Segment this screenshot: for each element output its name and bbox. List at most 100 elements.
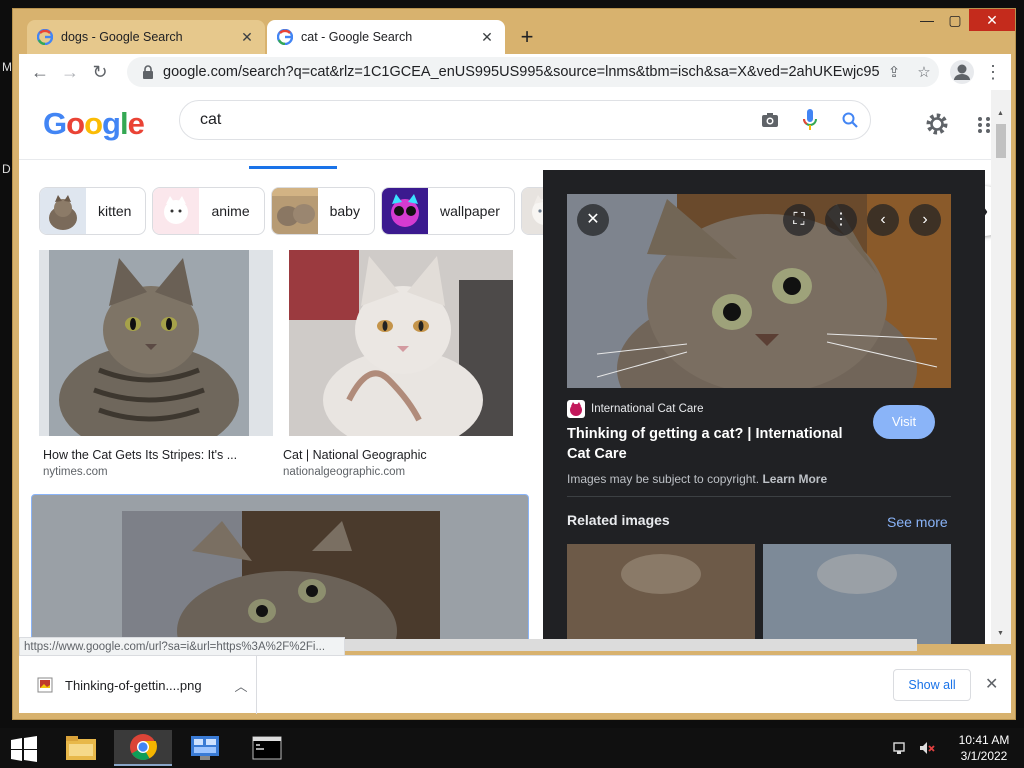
tab-dogs[interactable]: dogs - Google Search ✕ <box>27 20 265 54</box>
taskbar-clock[interactable]: 10:41 AM 3/1/2022 <box>944 732 1024 764</box>
visit-button[interactable]: Visit <box>873 405 935 439</box>
chip-wallpaper[interactable]: wallpaper <box>380 187 515 235</box>
window-controls: — ▢ ✕ <box>913 9 1015 31</box>
chip-anime[interactable]: anime <box>152 187 265 235</box>
result-source[interactable]: nationalgeographic.com <box>283 466 405 478</box>
file-explorer-taskbar-button[interactable] <box>52 730 110 766</box>
tab-cat[interactable]: cat - Google Search ✕ <box>267 20 505 54</box>
chip-thumbnail <box>381 188 428 234</box>
close-download-bar-icon[interactable]: ✕ <box>985 674 998 694</box>
forward-arrow-icon[interactable]: → <box>55 57 85 87</box>
preview-more-icon[interactable]: ⋮ <box>825 204 857 236</box>
google-logo[interactable]: Google <box>43 106 145 142</box>
microphone-icon[interactable] <box>790 100 830 140</box>
desktop-edge-letter: D <box>2 162 11 176</box>
see-more-link[interactable]: See more <box>887 514 948 530</box>
next-image-icon[interactable]: › <box>909 204 941 236</box>
learn-more-link[interactable]: Learn More <box>762 472 827 486</box>
chip-label: baby <box>329 203 360 219</box>
horizontal-scrollbar[interactable] <box>345 639 917 651</box>
result-title[interactable]: How the Cat Gets Its Stripes: It's ... <box>43 448 237 462</box>
search-header: Google cat <box>19 90 991 160</box>
previous-image-icon[interactable]: ‹ <box>867 204 899 236</box>
system-tray: 10:41 AM 3/1/2022 <box>892 728 1024 768</box>
close-preview-icon[interactable]: ✕ <box>577 204 609 236</box>
white-cat-image <box>289 250 513 436</box>
result-thumbnail[interactable] <box>122 511 440 644</box>
tab-title: cat - Google Search <box>301 30 413 44</box>
apps-grid-icon[interactable] <box>977 116 991 134</box>
gear-icon[interactable] <box>925 112 949 136</box>
command-prompt-taskbar-button[interactable] <box>238 730 296 766</box>
bookmark-star-icon[interactable]: ☆ <box>909 63 939 81</box>
chip-baby[interactable]: baby <box>270 187 375 235</box>
google-favicon-icon <box>277 29 293 45</box>
image-result-2[interactable]: Cat | National Geographic nationalgeogra… <box>279 250 531 485</box>
chevron-up-icon[interactable]: ︿ <box>226 676 256 695</box>
image-file-icon <box>37 677 53 693</box>
images-tab-underline <box>249 166 337 169</box>
volume-muted-icon[interactable] <box>918 739 936 757</box>
copyright-notice: Images may be subject to copyright. Lear… <box>567 472 827 486</box>
browser-toolbar: ← → ↻ google.com/search?q=cat&rlz=1C1GCE… <box>19 54 1011 90</box>
chip-thumbnail <box>271 188 318 234</box>
page-scroll-thumb[interactable] <box>996 124 1006 158</box>
desktop-edge: M D <box>0 50 12 730</box>
folder-icon <box>66 736 96 760</box>
search-icon[interactable] <box>830 100 870 140</box>
source-site[interactable]: International Cat Care <box>567 400 704 418</box>
result-title[interactable]: Cat | National Geographic <box>283 448 427 462</box>
maximize-icon[interactable]: ▢ <box>941 9 969 31</box>
camera-icon[interactable] <box>750 100 790 140</box>
window-close-icon[interactable]: ✕ <box>969 9 1015 31</box>
lock-icon <box>143 65 153 79</box>
kebab-menu-icon[interactable]: ⋮ <box>983 58 1003 86</box>
download-item[interactable]: Thinking-of-gettin....png ︿ <box>19 656 257 714</box>
show-all-button[interactable]: Show all <box>893 669 971 701</box>
site-favicon-icon <box>567 400 585 418</box>
control-panel-taskbar-button[interactable] <box>176 730 234 766</box>
tab-close-icon[interactable]: ✕ <box>479 29 495 45</box>
page-scrollbar[interactable]: ▲ ▼ <box>991 90 1011 644</box>
tabby-cat-image <box>39 250 273 436</box>
terminal-icon <box>252 736 282 760</box>
scroll-down-icon[interactable]: ▼ <box>997 630 1004 637</box>
minimize-icon[interactable]: — <box>913 9 941 31</box>
scroll-up-icon[interactable]: ▲ <box>997 110 1004 117</box>
search-query: cat <box>200 111 222 128</box>
address-bar[interactable]: google.com/search?q=cat&rlz=1C1GCEA_enUS… <box>127 57 939 87</box>
network-icon[interactable] <box>892 739 910 757</box>
copyright-text: Images may be subject to copyright. <box>567 472 760 486</box>
taskbar: 10:41 AM 3/1/2022 <box>0 728 1024 768</box>
preview-title[interactable]: Thinking of getting a cat? | Internation… <box>567 424 857 464</box>
title-bar: dogs - Google Search ✕ cat - Google Sear… <box>13 9 1015 54</box>
site-name: International Cat Care <box>591 403 704 415</box>
chrome-taskbar-button[interactable] <box>114 730 172 766</box>
result-thumbnail[interactable] <box>289 250 513 436</box>
new-tab-button[interactable]: + <box>513 23 541 51</box>
related-image-2[interactable] <box>763 544 951 644</box>
kitten-image <box>122 511 440 644</box>
related-thumbnail <box>567 544 755 644</box>
related-image-1[interactable] <box>567 544 755 644</box>
result-thumbnail[interactable] <box>39 250 273 436</box>
result-source[interactable]: nytimes.com <box>43 466 108 478</box>
chip-thumbnail <box>40 188 86 234</box>
related-thumbnail <box>763 544 951 644</box>
chip-kitten[interactable]: kitten <box>39 187 147 235</box>
related-images <box>567 544 951 644</box>
search-input[interactable]: cat <box>179 100 871 140</box>
windows-start-icon[interactable] <box>10 736 38 762</box>
reload-icon[interactable]: ↻ <box>85 57 115 87</box>
share-icon[interactable]: ⇪ <box>879 63 909 81</box>
profile-avatar-icon[interactable] <box>949 59 975 85</box>
clock-date: 3/1/2022 <box>960 749 1008 763</box>
control-panel-icon <box>191 736 219 760</box>
tab-close-icon[interactable]: ✕ <box>239 29 255 45</box>
image-result-1[interactable]: How the Cat Gets Its Stripes: It's ... n… <box>39 250 273 485</box>
divider <box>567 496 951 497</box>
back-arrow-icon[interactable]: ← <box>25 57 55 87</box>
image-result-3-selected[interactable] <box>31 494 529 644</box>
lens-search-icon[interactable]: ⛶ <box>783 204 815 236</box>
url-text: google.com/search?q=cat&rlz=1C1GCEA_enUS… <box>163 64 879 80</box>
